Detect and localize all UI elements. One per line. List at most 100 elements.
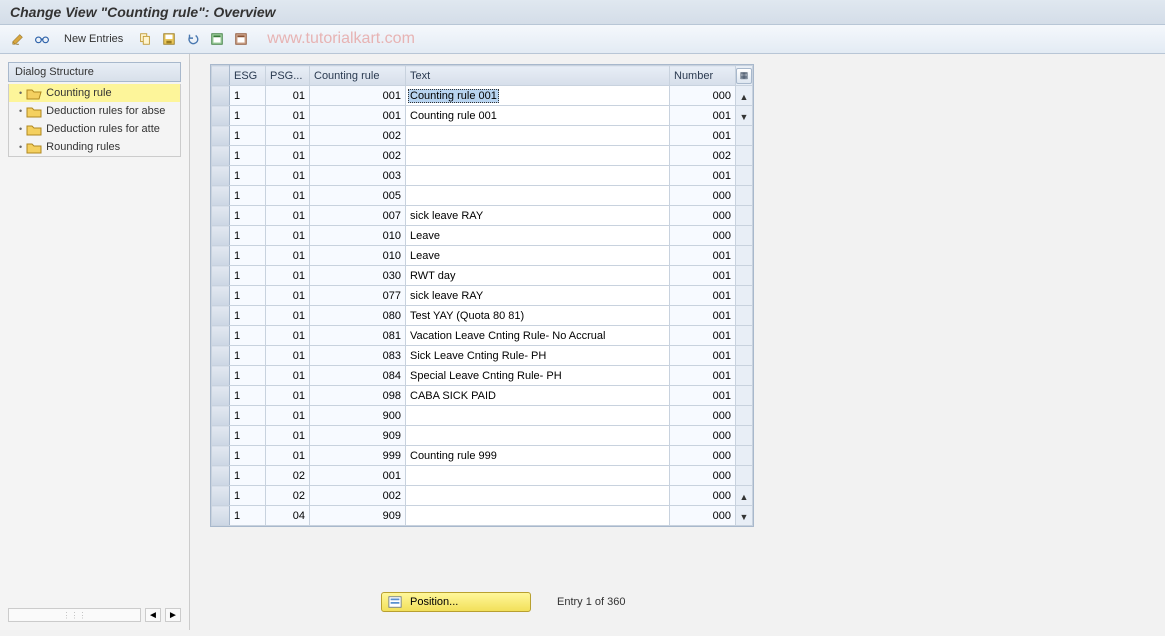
sidebar-scroll-right[interactable]: ►: [165, 608, 181, 622]
glasses-selection-icon[interactable]: [32, 29, 52, 49]
cell-esg[interactable]: 1: [230, 266, 266, 286]
cell-rule[interactable]: 001: [310, 466, 406, 486]
cell-number[interactable]: 001: [670, 106, 736, 126]
cell-rule[interactable]: 007: [310, 206, 406, 226]
table-row[interactable]: 101007sick leave RAY000: [212, 206, 753, 226]
col-rule[interactable]: Counting rule: [310, 66, 406, 86]
scroll-cell[interactable]: [736, 466, 753, 486]
cell-rule[interactable]: 077: [310, 286, 406, 306]
grid-config-icon[interactable]: ▦: [736, 68, 752, 84]
cell-text[interactable]: Leave: [406, 246, 670, 266]
cell-psg[interactable]: 02: [266, 466, 310, 486]
cell-psg[interactable]: 01: [266, 326, 310, 346]
cell-esg[interactable]: 1: [230, 386, 266, 406]
cell-psg[interactable]: 01: [266, 286, 310, 306]
row-handle[interactable]: [212, 286, 230, 306]
cell-number[interactable]: 000: [670, 186, 736, 206]
row-handle[interactable]: [212, 226, 230, 246]
cell-rule[interactable]: 083: [310, 346, 406, 366]
cell-esg[interactable]: 1: [230, 306, 266, 326]
cell-rule[interactable]: 909: [310, 506, 406, 526]
cell-text[interactable]: Test YAY (Quota 80 81): [406, 306, 670, 326]
cell-text[interactable]: [406, 166, 670, 186]
table-row[interactable]: 101003001: [212, 166, 753, 186]
table-row[interactable]: 101081Vacation Leave Cnting Rule- No Acc…: [212, 326, 753, 346]
table-row[interactable]: 101098CABA SICK PAID001: [212, 386, 753, 406]
scroll-down2-icon[interactable]: ▼: [737, 510, 751, 524]
position-button[interactable]: Position...: [381, 592, 531, 612]
cell-psg[interactable]: 01: [266, 106, 310, 126]
cell-rule[interactable]: 002: [310, 126, 406, 146]
cell-text[interactable]: Sick Leave Cnting Rule- PH: [406, 346, 670, 366]
scroll-down-icon[interactable]: ▼: [737, 110, 751, 124]
scroll-cell[interactable]: [736, 406, 753, 426]
grid-config[interactable]: ▦: [736, 66, 753, 86]
row-handle[interactable]: [212, 446, 230, 466]
cell-psg[interactable]: 01: [266, 166, 310, 186]
cell-text[interactable]: Counting rule 001: [406, 86, 670, 106]
scroll-cell[interactable]: [736, 266, 753, 286]
table-row[interactable]: 101083Sick Leave Cnting Rule- PH001: [212, 346, 753, 366]
cell-psg[interactable]: 01: [266, 206, 310, 226]
scroll-cell[interactable]: [736, 446, 753, 466]
cell-esg[interactable]: 1: [230, 246, 266, 266]
cell-rule[interactable]: 098: [310, 386, 406, 406]
table-row[interactable]: 101084Special Leave Cnting Rule- PH001: [212, 366, 753, 386]
row-handle[interactable]: [212, 366, 230, 386]
cell-esg[interactable]: 1: [230, 126, 266, 146]
cell-esg[interactable]: 1: [230, 446, 266, 466]
cell-text[interactable]: [406, 426, 670, 446]
cell-number[interactable]: 000: [670, 226, 736, 246]
cell-number[interactable]: 001: [670, 346, 736, 366]
row-handle[interactable]: [212, 506, 230, 526]
table-row[interactable]: 101010Leave001: [212, 246, 753, 266]
cell-number[interactable]: 001: [670, 286, 736, 306]
cell-rule[interactable]: 999: [310, 446, 406, 466]
cell-rule[interactable]: 001: [310, 86, 406, 106]
cell-esg[interactable]: 1: [230, 146, 266, 166]
scroll-cell[interactable]: [736, 186, 753, 206]
cell-text[interactable]: Counting rule 999: [406, 446, 670, 466]
cell-rule[interactable]: 080: [310, 306, 406, 326]
cell-esg[interactable]: 1: [230, 506, 266, 526]
row-handle[interactable]: [212, 166, 230, 186]
select-all-icon[interactable]: [207, 29, 227, 49]
cell-text[interactable]: [406, 506, 670, 526]
col-esg[interactable]: ESG: [230, 66, 266, 86]
cell-text[interactable]: Special Leave Cnting Rule- PH: [406, 366, 670, 386]
table-row[interactable]: 101900000: [212, 406, 753, 426]
cell-number[interactable]: 000: [670, 506, 736, 526]
table-row[interactable]: 104909 000▼: [212, 506, 753, 526]
scroll-cell[interactable]: [736, 306, 753, 326]
cell-rule[interactable]: 900: [310, 406, 406, 426]
cell-esg[interactable]: 1: [230, 166, 266, 186]
scroll-cell[interactable]: [736, 286, 753, 306]
table-row[interactable]: 101001Counting rule 001001▼: [212, 106, 753, 126]
cell-number[interactable]: 001: [670, 366, 736, 386]
cell-esg[interactable]: 1: [230, 406, 266, 426]
scroll-cell[interactable]: ▲: [736, 86, 753, 106]
cell-psg[interactable]: 01: [266, 346, 310, 366]
cell-number[interactable]: 000: [670, 86, 736, 106]
scroll-cell[interactable]: ▲: [736, 486, 753, 506]
row-handle[interactable]: [212, 326, 230, 346]
cell-rule[interactable]: 030: [310, 266, 406, 286]
scroll-cell[interactable]: ▼: [736, 106, 753, 126]
cell-psg[interactable]: 01: [266, 406, 310, 426]
row-handle[interactable]: [212, 186, 230, 206]
sidebar-item-1[interactable]: •Deduction rules for abse: [9, 102, 180, 120]
cell-rule[interactable]: 001: [310, 106, 406, 126]
row-handle[interactable]: [212, 486, 230, 506]
table-row[interactable]: 101999Counting rule 999000: [212, 446, 753, 466]
cell-text[interactable]: Counting rule 001: [406, 106, 670, 126]
scroll-cell[interactable]: [736, 206, 753, 226]
cell-number[interactable]: 001: [670, 326, 736, 346]
scroll-cell[interactable]: [736, 346, 753, 366]
cell-text[interactable]: [406, 126, 670, 146]
cell-psg[interactable]: 04: [266, 506, 310, 526]
undo-icon[interactable]: [183, 29, 203, 49]
cell-rule[interactable]: 003: [310, 166, 406, 186]
cell-number[interactable]: 000: [670, 206, 736, 226]
scroll-cell[interactable]: [736, 166, 753, 186]
cell-text[interactable]: [406, 486, 670, 506]
